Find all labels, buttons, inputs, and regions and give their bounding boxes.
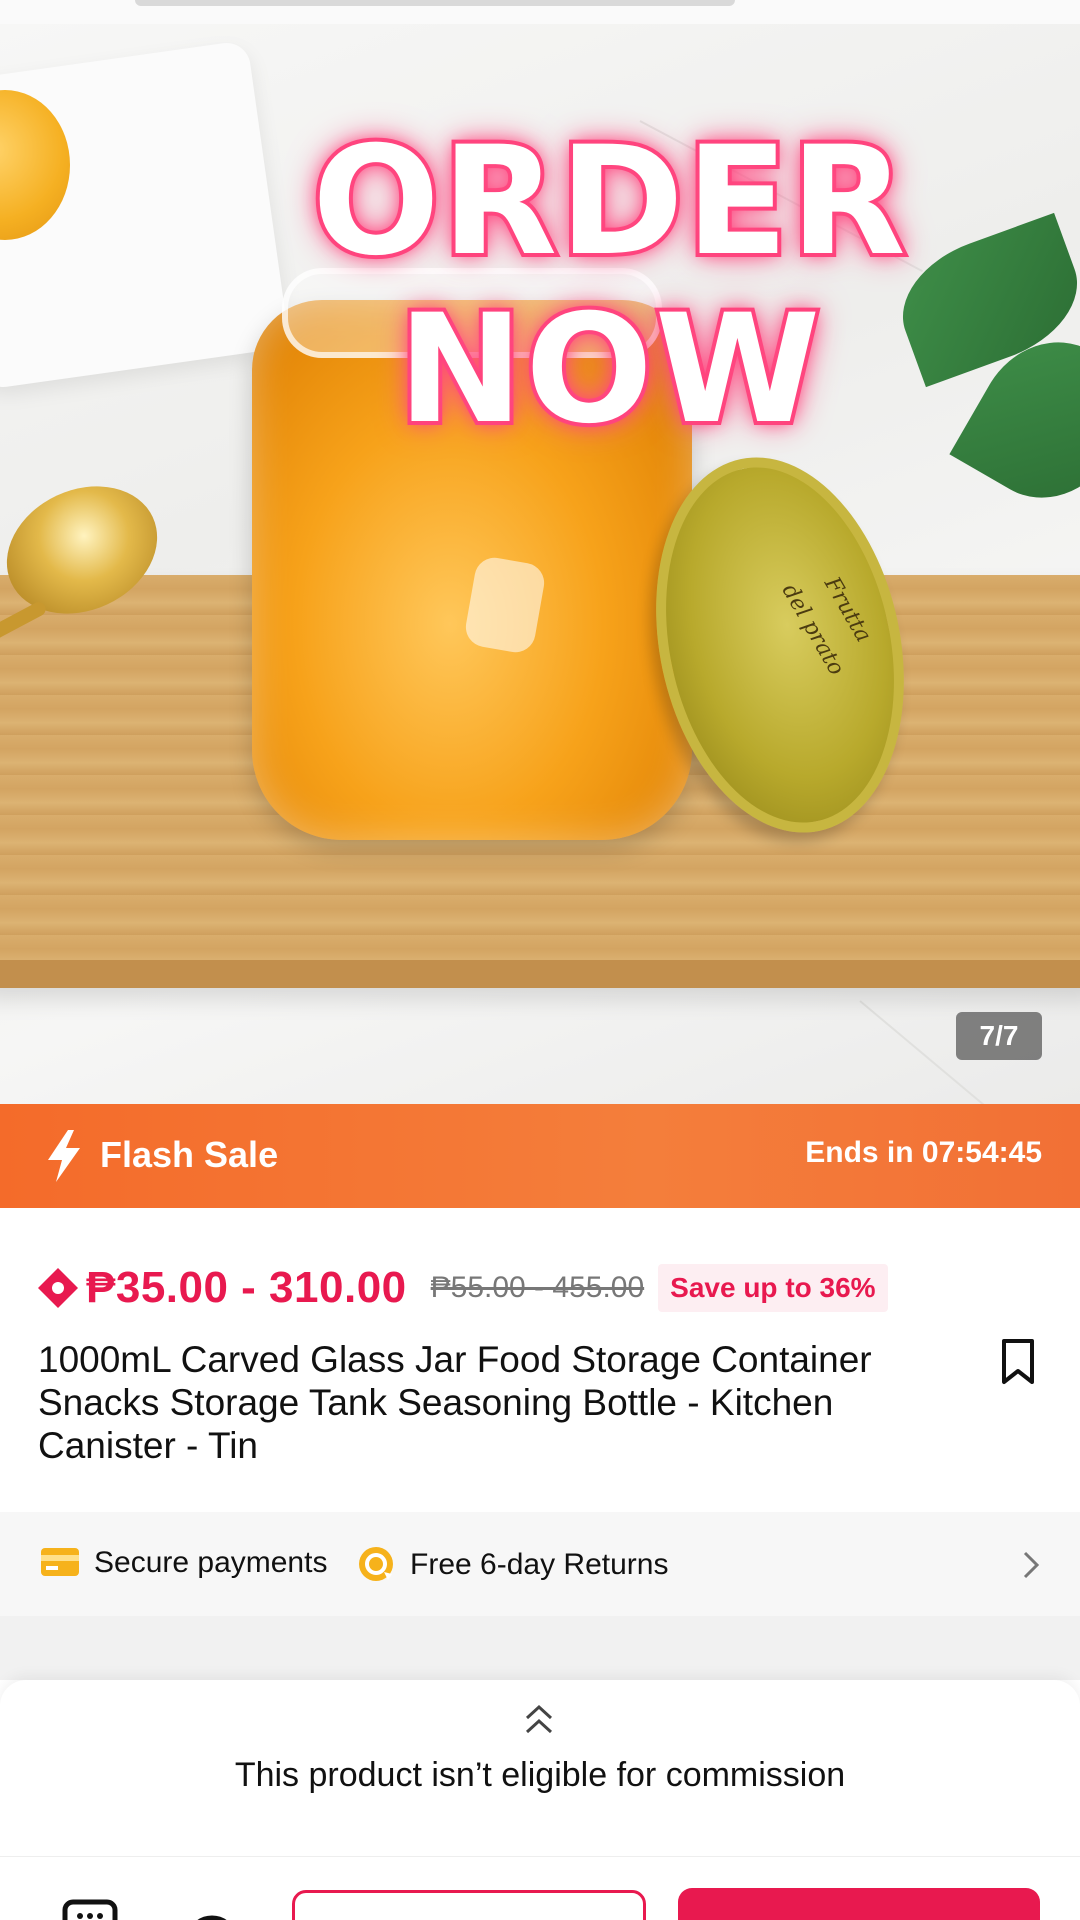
returns-icon xyxy=(359,1547,393,1581)
drag-handle xyxy=(135,0,735,6)
product-title: 1000mL Carved Glass Jar Food Storage Con… xyxy=(38,1339,872,1466)
card-icon xyxy=(41,1548,79,1576)
lightning-icon xyxy=(48,1130,80,1182)
flash-sale-bar: Flash Sale Ends in 07:54:45 xyxy=(0,1104,1080,1208)
overlay-line-1: ORDER xyxy=(308,114,910,290)
original-price: ₱55.00 - 455.00 xyxy=(430,1271,645,1304)
add-to-cart-button[interactable] xyxy=(292,1890,646,1920)
flash-sale-label: Flash Sale xyxy=(100,1134,279,1175)
commission-notice: This product isn’t eligible for commissi… xyxy=(234,1756,846,1794)
free-returns-text: Free 6-day Returns xyxy=(410,1548,669,1581)
chevron-right-icon xyxy=(1023,1551,1040,1579)
buy-now-button[interactable] xyxy=(678,1888,1040,1920)
flash-sale-countdown: Ends in 07:54:45 xyxy=(805,1136,1042,1169)
shop-icon[interactable] xyxy=(62,1898,118,1920)
bookmark-icon[interactable] xyxy=(998,1338,1038,1386)
product-image-carousel[interactable]: Frutta del prato ORDER NOW 7/7 xyxy=(0,0,1080,1104)
order-now-overlay: ORDER NOW xyxy=(230,114,990,458)
wooden-board-edge xyxy=(0,960,1080,988)
service-guarantee-row[interactable]: Secure payments Free 6-day Returns xyxy=(0,1512,1080,1616)
chat-icon[interactable] xyxy=(186,1898,238,1920)
save-badge: Save up to 36% xyxy=(658,1264,888,1312)
section-divider xyxy=(0,1616,1080,1680)
price-row: ₱35.00 - 310.00 ₱55.00 - 455.00 Save up … xyxy=(36,1258,1046,1318)
image-counter: 7/7 xyxy=(956,1012,1042,1060)
coupon-diamond-icon xyxy=(38,1268,78,1308)
price-range: ₱35.00 - 310.00 xyxy=(86,1263,407,1312)
secure-payments-text: Secure payments xyxy=(94,1546,328,1579)
overlay-line-2: NOW xyxy=(394,282,825,458)
double-chevron-up-icon[interactable] xyxy=(520,1700,558,1740)
